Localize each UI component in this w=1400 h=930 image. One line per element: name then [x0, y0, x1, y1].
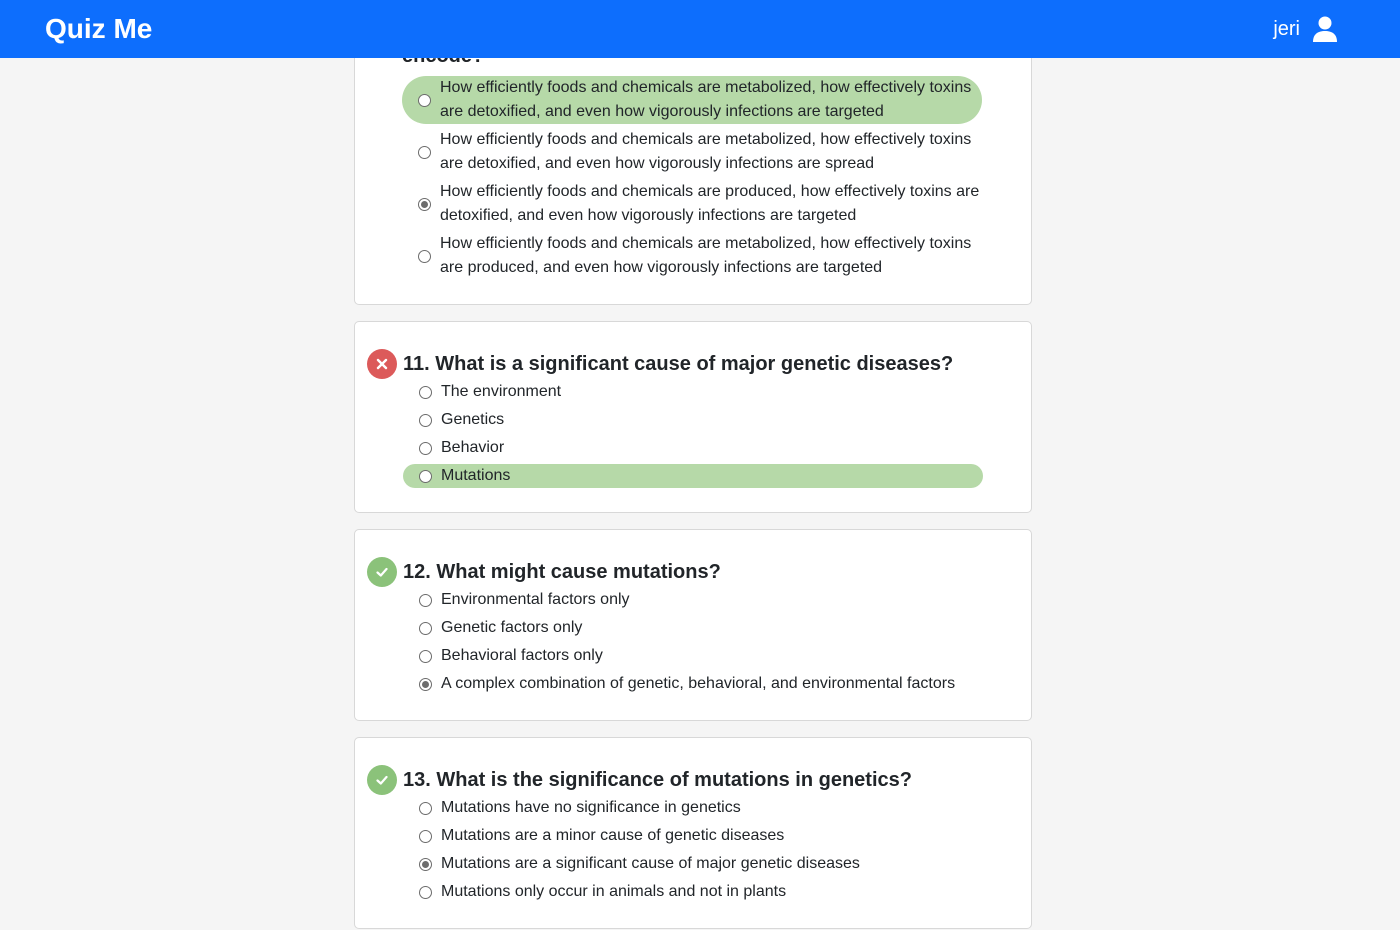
- radio-button-selected[interactable]: [419, 857, 432, 871]
- radio-button[interactable]: [418, 93, 431, 107]
- user-icon: [1313, 16, 1337, 42]
- q12-option-2[interactable]: Genetic factors only: [403, 616, 983, 640]
- option-label: How efficiently foods and chemicals are …: [440, 131, 972, 172]
- q12-option-4[interactable]: A complex combination of genetic, behavi…: [403, 672, 983, 696]
- radio-button[interactable]: [418, 145, 431, 159]
- option-label: Mutations only occur in animals and not …: [441, 883, 787, 900]
- radio-button[interactable]: [419, 385, 432, 399]
- q11-option-4[interactable]: Mutations: [403, 464, 983, 488]
- radio-button[interactable]: [419, 649, 432, 663]
- q13-option-1[interactable]: Mutations have no significance in geneti…: [403, 796, 983, 820]
- q11-option-3[interactable]: Behavior: [403, 436, 983, 460]
- username: jeri: [1273, 17, 1300, 40]
- option-label: Behavior: [441, 439, 505, 456]
- option-label: Mutations are a significant cause of maj…: [441, 855, 860, 872]
- option-label: The environment: [441, 383, 562, 400]
- radio-button[interactable]: [419, 441, 432, 455]
- option-label: Genetics: [441, 411, 505, 428]
- quiz-content: encode? How efficiently foods and chemic…: [0, 0, 1400, 930]
- question-title: 11. What is a significant cause of major…: [403, 352, 954, 375]
- question-header: 13. What is the significance of mutation…: [367, 765, 912, 795]
- user-menu[interactable]: jeri: [1273, 16, 1338, 42]
- brand-link[interactable]: Quiz Me: [45, 13, 152, 45]
- radio-button[interactable]: [418, 249, 431, 263]
- question-title: 12. What might cause mutations?: [403, 560, 721, 583]
- option-label: Behavioral factors only: [441, 647, 603, 664]
- question-card-11: 11. What is a significant cause of major…: [354, 321, 1032, 513]
- radio-button[interactable]: [419, 829, 432, 843]
- q10-option-3[interactable]: How efficiently foods and chemicals are …: [402, 180, 982, 228]
- q13-option-4[interactable]: Mutations only occur in animals and not …: [403, 880, 983, 904]
- radio-button-selected[interactable]: [419, 677, 432, 691]
- option-label: How efficiently foods and chemicals are …: [440, 183, 980, 224]
- radio-button[interactable]: [419, 801, 432, 815]
- question-title: 13. What is the significance of mutation…: [403, 768, 912, 791]
- option-label: Environmental factors only: [441, 591, 630, 608]
- q11-option-1[interactable]: The environment: [403, 380, 983, 404]
- radio-button[interactable]: [419, 469, 432, 483]
- question-card-12: 12. What might cause mutations? Environm…: [354, 529, 1032, 721]
- option-label: How efficiently foods and chemicals are …: [440, 79, 972, 120]
- option-label: Mutations: [441, 467, 511, 484]
- q13-option-3[interactable]: Mutations are a significant cause of maj…: [403, 852, 983, 876]
- option-label: A complex combination of genetic, behavi…: [441, 675, 956, 692]
- radio-button[interactable]: [419, 885, 432, 899]
- option-label: Mutations have no significance in geneti…: [441, 799, 741, 816]
- q10-option-2[interactable]: How efficiently foods and chemicals are …: [402, 128, 982, 176]
- option-label: How efficiently foods and chemicals are …: [440, 235, 972, 276]
- top-navbar: Quiz Me jeri: [0, 0, 1400, 58]
- check-icon: [367, 765, 397, 795]
- q11-option-2[interactable]: Genetics: [403, 408, 983, 432]
- q12-option-1[interactable]: Environmental factors only: [403, 588, 983, 612]
- q10-option-1[interactable]: How efficiently foods and chemicals are …: [402, 76, 982, 124]
- check-icon: [367, 557, 397, 587]
- question-card-13: 13. What is the significance of mutation…: [354, 737, 1032, 929]
- radio-button[interactable]: [419, 621, 432, 635]
- radio-button-selected[interactable]: [418, 197, 431, 211]
- radio-button[interactable]: [419, 593, 432, 607]
- q13-option-2[interactable]: Mutations are a minor cause of genetic d…: [403, 824, 983, 848]
- x-icon: [367, 349, 397, 379]
- question-header: 11. What is a significant cause of major…: [367, 349, 953, 379]
- q12-option-3[interactable]: Behavioral factors only: [403, 644, 983, 668]
- question-header: 12. What might cause mutations?: [367, 557, 721, 587]
- radio-button[interactable]: [419, 413, 432, 427]
- option-label: Mutations are a minor cause of genetic d…: [441, 827, 785, 844]
- option-label: Genetic factors only: [441, 619, 583, 636]
- q10-option-4[interactable]: How efficiently foods and chemicals are …: [402, 232, 982, 280]
